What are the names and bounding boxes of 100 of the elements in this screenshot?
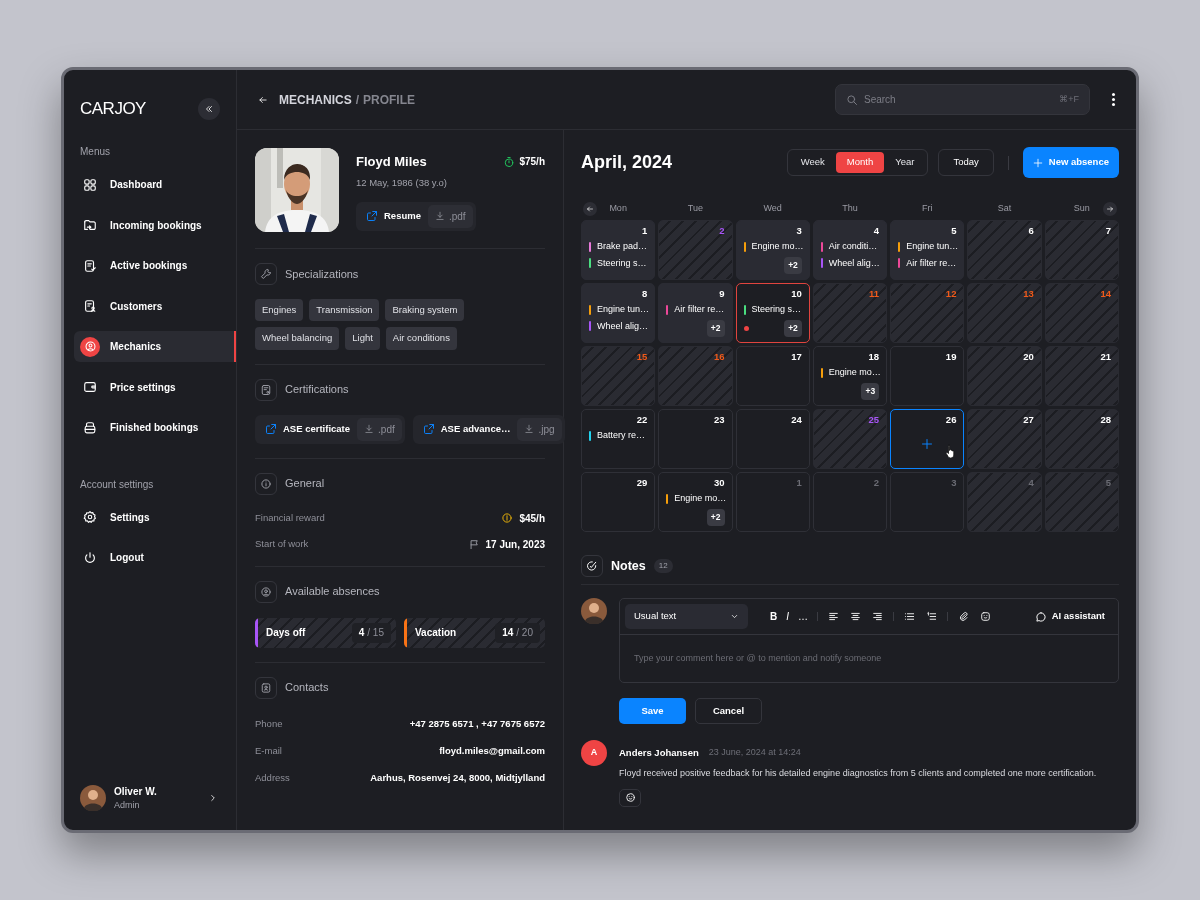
save-button[interactable]: Save [619, 698, 686, 724]
today-button[interactable]: Today [938, 149, 994, 176]
comment-input[interactable]: Type your comment here or @ to mention and notify someone [620, 634, 1118, 682]
day-cell[interactable]: 19 [890, 346, 965, 406]
format-button[interactable]: B [770, 609, 778, 624]
download-button[interactable]: .pdf [357, 417, 402, 441]
day-cell[interactable]: 7 [1044, 220, 1119, 280]
more-events-badge[interactable]: +2 [784, 256, 802, 274]
day-cell[interactable]: 9 Air filter re… +2 [658, 283, 733, 343]
file-link[interactable]: Resume [359, 209, 428, 224]
day-cell[interactable]: 11 [812, 283, 888, 343]
day-cell[interactable]: 21 [1044, 346, 1119, 406]
align-left-icon[interactable] [827, 610, 840, 623]
nav-item[interactable]: Mechanics [74, 331, 236, 362]
event-title[interactable]: Engine tun… [906, 240, 959, 254]
add-reaction-button[interactable] [619, 788, 641, 807]
text-style-dropdown[interactable]: Usual text [625, 604, 748, 629]
next-month-button[interactable] [1103, 202, 1117, 216]
comment-editor[interactable]: Usual text B I … AI assistant Type your comment here or @ to mention and notify someone [619, 598, 1119, 683]
day-cell[interactable]: 12 [890, 283, 965, 343]
format-button[interactable]: I [786, 609, 789, 624]
certificate-icon [255, 378, 277, 401]
ai-assistant-button[interactable]: AI assistant [1034, 609, 1105, 624]
nav-item[interactable]: Price settings [74, 371, 236, 403]
nav-item[interactable]: Customers [74, 290, 236, 322]
day-cell[interactable]: 8 Engine tun… Wheel alig… [581, 283, 656, 343]
event-title[interactable]: Air conditi… [828, 240, 878, 254]
day-cell[interactable]: 26 [890, 409, 965, 469]
day-cell[interactable]: 13 [967, 283, 1042, 343]
day-cell[interactable]: 22 Battery re… [581, 409, 656, 469]
align-center-icon[interactable] [849, 610, 862, 623]
align-right-icon[interactable] [871, 610, 884, 623]
nav-item[interactable]: Incoming bookings [74, 209, 236, 241]
event-title[interactable]: Battery re… [597, 429, 645, 443]
collapse-button[interactable] [198, 98, 220, 120]
day-cell[interactable]: 1 Brake pad… Steering s… [581, 220, 656, 280]
day-cell[interactable]: 29 [581, 472, 656, 532]
hourly-rate: $75/h [519, 155, 545, 170]
nav-item[interactable]: Dashboard [74, 169, 236, 200]
event-title[interactable]: Engine mo… [751, 240, 804, 254]
cancel-button[interactable]: Cancel [695, 698, 762, 724]
event-title[interactable]: Brake pad… [597, 240, 648, 254]
day-cell[interactable]: 20 [967, 346, 1042, 406]
day-cell[interactable]: 6 [967, 220, 1042, 280]
event-title[interactable]: Wheel alig… [597, 319, 649, 333]
event-title[interactable]: Air filter re… [906, 256, 957, 270]
previous-month-button[interactable] [583, 202, 597, 216]
nav-item[interactable]: Logout [74, 542, 236, 573]
tag: Wheel balancing [255, 327, 340, 350]
event-title[interactable]: Engine mo… [828, 366, 881, 380]
weekday-label: Sun [1073, 202, 1090, 216]
event-title[interactable]: Air filter re… [674, 303, 725, 317]
more-events-badge[interactable]: +3 [861, 382, 880, 400]
day-cell[interactable]: 2 [658, 220, 733, 280]
nav-item[interactable]: Settings [74, 501, 236, 533]
breadcrumb-link[interactable]: MECHANICS [279, 90, 352, 109]
new-absence-button[interactable]: New absence [1022, 147, 1119, 178]
day-cell[interactable]: 4 Air conditi… Wheel alig… [812, 220, 888, 280]
day-cell[interactable]: 16 [658, 346, 733, 406]
event-title[interactable]: Steering s… [597, 256, 647, 270]
view-tab[interactable]: Year [884, 152, 926, 173]
day-cell[interactable]: 5 Engine tun… Air filter re… [890, 220, 965, 280]
search-input[interactable]: Search [864, 92, 1054, 107]
field-label: Address [255, 771, 290, 785]
event-title[interactable]: Engine mo… [674, 492, 727, 506]
day-cell[interactable]: 17 [735, 346, 810, 406]
view-tab[interactable]: Month [835, 152, 885, 173]
more-events-badge[interactable]: +2 [706, 319, 725, 337]
sticker-icon[interactable] [979, 610, 992, 623]
download-button[interactable]: .jpg [517, 417, 562, 441]
author-avatar [581, 598, 607, 624]
numbered-list-icon[interactable] [925, 610, 938, 623]
more-events-badge[interactable]: +2 [706, 508, 725, 526]
day-cell[interactable]: 3 Engine mo… +2 [735, 220, 810, 280]
paperclip-icon[interactable] [957, 610, 970, 623]
file-link[interactable]: ASE certificate [258, 421, 358, 437]
nav-item[interactable]: Finished bookings [74, 412, 236, 443]
format-button[interactable]: … [798, 609, 808, 624]
nav-item[interactable]: Active bookings [74, 250, 236, 281]
view-tab[interactable]: Week [789, 152, 836, 173]
day-cell[interactable]: 14 [1044, 283, 1119, 343]
day-cell[interactable]: 28 [1044, 409, 1119, 469]
event-title[interactable]: Engine tun… [597, 303, 650, 317]
event-title[interactable]: Steering s… [751, 303, 802, 317]
download-button[interactable]: .pdf [427, 204, 473, 228]
day-cell[interactable]: 30 Engine mo… +2 [658, 472, 733, 532]
more-events-badge[interactable]: +2 [784, 319, 802, 337]
day-cell[interactable]: 18 Engine mo… +3 [812, 346, 888, 406]
event-title[interactable]: Wheel alig… [828, 256, 880, 270]
day-cell[interactable]: 10 Steering s… +2 [735, 283, 810, 343]
day-cell[interactable]: 27 [967, 409, 1042, 469]
day-cell[interactable]: 25 [812, 409, 888, 469]
day-cell[interactable]: 24 [735, 409, 810, 469]
day-cell[interactable]: 23 [658, 409, 733, 469]
day-number: 10 [791, 288, 802, 300]
weekday-label: Tue [687, 202, 703, 216]
file-link[interactable]: ASE advance… [415, 421, 518, 437]
tag: Light [345, 327, 380, 350]
day-cell[interactable]: 15 [581, 346, 656, 406]
bulleted-list-icon[interactable] [903, 610, 916, 623]
